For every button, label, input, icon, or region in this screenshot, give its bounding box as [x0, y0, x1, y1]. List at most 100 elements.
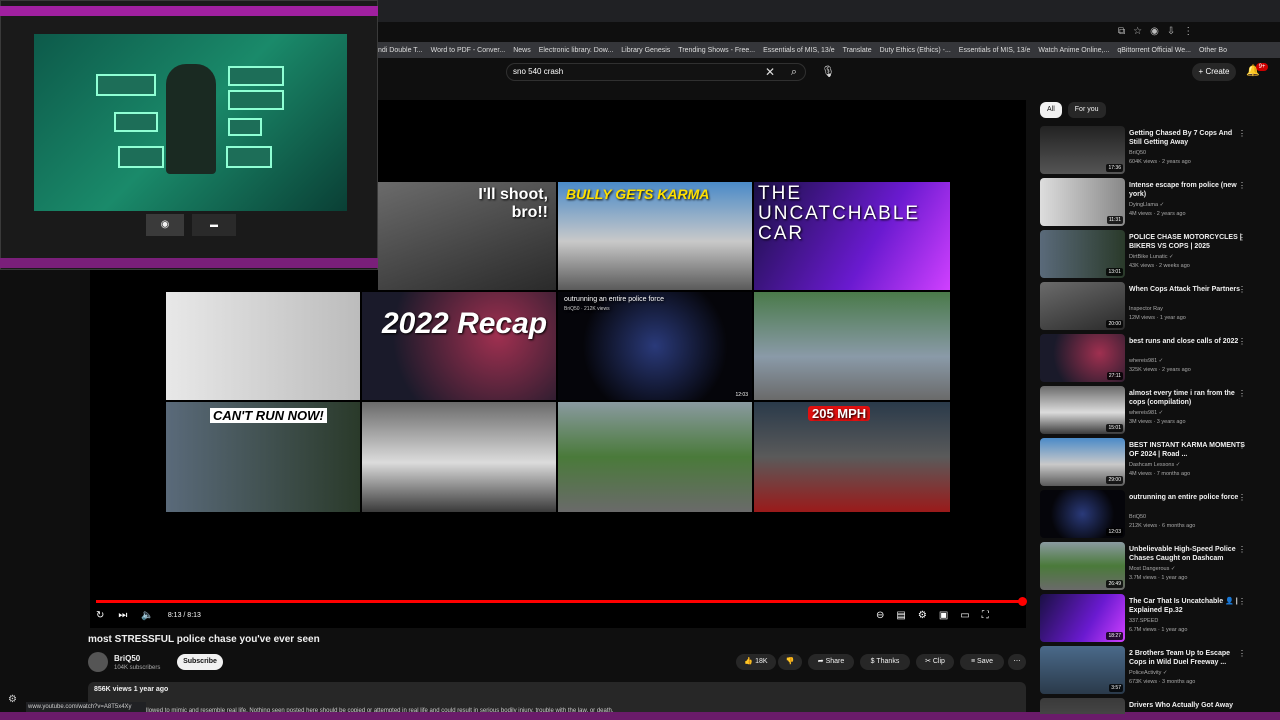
- rec-channel[interactable]: Inspector Ray: [1129, 306, 1163, 312]
- bookmark-item[interactable]: Electronic library. Dow...: [539, 47, 614, 54]
- pip-video[interactable]: [34, 34, 347, 211]
- rec-title[interactable]: POLICE CHASE MOTORCYCLES | BIKERS VS COP…: [1129, 233, 1245, 251]
- search-icon[interactable]: ⌕: [787, 63, 801, 81]
- rec-channel[interactable]: whereis981 ✓: [1129, 358, 1163, 364]
- rec-title[interactable]: When Cops Attack Their Partners: [1129, 285, 1245, 294]
- bookmark-item[interactable]: Trending Shows - Free...: [678, 47, 755, 54]
- autoplay-toggle-icon[interactable]: ⊖: [876, 610, 884, 621]
- channel-name[interactable]: BriQ50: [114, 654, 140, 663]
- chip-all[interactable]: All: [1040, 102, 1062, 118]
- rec-title[interactable]: Getting Chased By 7 Cops And Still Getti…: [1129, 129, 1245, 147]
- video-thumbnail[interactable]: 17:36: [1040, 126, 1125, 174]
- rec-channel[interactable]: Most Dangerous ✓: [1129, 566, 1176, 572]
- bookmark-item[interactable]: Essentials of MIS, 13/e: [763, 47, 835, 54]
- replay-icon[interactable]: ↻: [96, 610, 104, 621]
- video-thumbnail[interactable]: [1040, 698, 1125, 714]
- rec-channel[interactable]: Dashcam Lessons ✓: [1129, 462, 1180, 468]
- endscreen-tile[interactable]: 205 MPH: [754, 402, 950, 512]
- bookmark-item[interactable]: Duty Ethics (Ethics) -...: [880, 47, 951, 54]
- more-vert-icon[interactable]: ⋮: [1238, 129, 1246, 138]
- like-button[interactable]: 👍 18K: [736, 654, 776, 670]
- endscreen-tile[interactable]: 2022 Recap: [362, 292, 556, 400]
- subscribe-button[interactable]: Subscribe: [177, 654, 223, 670]
- more-vert-icon[interactable]: ⋮: [1238, 389, 1246, 398]
- chip-for-you[interactable]: For you: [1067, 102, 1106, 118]
- more-vert-icon[interactable]: ⋮: [1238, 649, 1246, 658]
- list-item[interactable]: 29:00 BEST INSTANT KARMA MOMENTS OF 2024…: [1040, 438, 1280, 488]
- more-button[interactable]: ⋯: [1008, 654, 1026, 670]
- progress-scrubber[interactable]: [1018, 597, 1027, 606]
- progress-bar[interactable]: [96, 600, 1022, 603]
- rec-title[interactable]: Intense escape from police (new york): [1129, 181, 1245, 199]
- star-icon[interactable]: ☆: [1133, 26, 1142, 40]
- rec-channel[interactable]: BriQ50: [1129, 514, 1146, 520]
- close-icon[interactable]: ✕: [763, 63, 777, 81]
- bookmark-item[interactable]: News: [513, 47, 531, 54]
- rec-channel[interactable]: whereis981 ✓: [1129, 410, 1163, 416]
- bookmark-item[interactable]: ndi Double T...: [378, 47, 423, 54]
- more-vert-icon[interactable]: ⋮: [1238, 441, 1246, 450]
- list-item[interactable]: 18:27 The Car That Is Uncatchable 👤 | Ex…: [1040, 594, 1280, 644]
- list-item[interactable]: 27:11 best runs and close calls of 2022 …: [1040, 334, 1280, 384]
- more-vert-icon[interactable]: ⋮: [1238, 597, 1246, 606]
- bookmark-item[interactable]: Library Genesis: [621, 47, 670, 54]
- extension-icon[interactable]: ⧉: [1118, 26, 1125, 40]
- bookmark-item[interactable]: qBittorrent Official We...: [1117, 47, 1191, 54]
- volume-icon[interactable]: 🔈: [141, 610, 153, 621]
- more-vert-icon[interactable]: ⋮: [1238, 493, 1246, 502]
- rec-title[interactable]: Drivers Who Actually Got Away: [1129, 701, 1245, 710]
- create-button[interactable]: + Create: [1192, 63, 1236, 81]
- more-vert-icon[interactable]: ⋮: [1238, 233, 1246, 242]
- fullscreen-icon[interactable]: ⛶: [982, 610, 989, 621]
- rec-channel[interactable]: DirtBike Lunatic ✓: [1129, 254, 1174, 260]
- endscreen-tile[interactable]: THE UNCATCHABLE CAR: [754, 182, 950, 290]
- save-button[interactable]: ≡ Save: [960, 654, 1004, 670]
- dislike-button[interactable]: 👎: [778, 654, 802, 670]
- rec-title[interactable]: The Car That Is Uncatchable 👤 | Explaine…: [1129, 597, 1245, 615]
- avatar[interactable]: [88, 652, 108, 672]
- bookmark-item[interactable]: Translate: [843, 47, 872, 54]
- gear-icon[interactable]: ⚙: [918, 610, 927, 621]
- list-item[interactable]: 13:01 POLICE CHASE MOTORCYCLES | BIKERS …: [1040, 230, 1280, 280]
- search-input[interactable]: sno 540 crash: [506, 63, 806, 81]
- endscreen-tile[interactable]: outrunning an entire police force BriQ50…: [558, 292, 752, 400]
- more-vert-icon[interactable]: ⋮: [1238, 337, 1246, 346]
- endscreen-tile[interactable]: CAN'T RUN NOW!: [166, 402, 360, 512]
- rec-channel[interactable]: BriQ50: [1129, 150, 1146, 156]
- next-icon[interactable]: ⏭: [118, 610, 127, 621]
- list-item[interactable]: 17:36 Getting Chased By 7 Cops And Still…: [1040, 126, 1280, 176]
- captions-icon[interactable]: ▤: [896, 610, 905, 621]
- endscreen-tile[interactable]: [166, 292, 360, 400]
- bookmark-item[interactable]: Watch Anime Online,...: [1038, 47, 1109, 54]
- rec-title[interactable]: best runs and close calls of 2022: [1129, 337, 1245, 346]
- rec-title[interactable]: 2 Brothers Team Up to Escape Cops in Wil…: [1129, 649, 1245, 667]
- rec-channel[interactable]: 337.SPEED: [1129, 618, 1158, 624]
- miniplayer-icon[interactable]: ▣: [939, 610, 948, 621]
- bookmark-item[interactable]: Word to PDF - Conver...: [431, 47, 506, 54]
- rec-title[interactable]: BEST INSTANT KARMA MOMENTS OF 2024 | Roa…: [1129, 441, 1245, 459]
- endscreen-tile[interactable]: [558, 402, 752, 512]
- endscreen-tile[interactable]: I'll shoot, bro!!: [378, 182, 556, 290]
- bookmark-item[interactable]: Other Bo: [1199, 47, 1227, 54]
- video-thumbnail[interactable]: 18:27: [1040, 594, 1125, 642]
- microphone-icon[interactable]: 🎙: [820, 63, 836, 81]
- video-thumbnail[interactable]: 20:00: [1040, 282, 1125, 330]
- share-button[interactable]: ➦ Share: [808, 654, 854, 670]
- list-item[interactable]: 20:00 When Cops Attack Their Partners In…: [1040, 282, 1280, 332]
- list-item[interactable]: 15:01 almost every time i ran from the c…: [1040, 386, 1280, 436]
- more-vert-icon[interactable]: ⋮: [1238, 285, 1246, 294]
- rec-channel[interactable]: DyingLlama ✓: [1129, 202, 1164, 208]
- more-vert-icon[interactable]: ⋮: [1238, 545, 1246, 554]
- thanks-button[interactable]: $ Thanks: [860, 654, 910, 670]
- video-thumbnail[interactable]: 29:00: [1040, 438, 1125, 486]
- video-thumbnail[interactable]: 27:11: [1040, 334, 1125, 382]
- list-item[interactable]: 26:49 Unbelievable High-Speed Police Cha…: [1040, 542, 1280, 592]
- pip-camera-button[interactable]: ▬: [192, 214, 236, 236]
- gear-icon[interactable]: ⚙: [8, 694, 17, 705]
- list-item[interactable]: 11:31 Intense escape from police (new yo…: [1040, 178, 1280, 228]
- theater-icon[interactable]: ▭: [960, 610, 969, 621]
- list-item[interactable]: 12:03 outrunning an entire police force …: [1040, 490, 1280, 540]
- clip-button[interactable]: ✂ Clip: [916, 654, 954, 670]
- rec-title[interactable]: outrunning an entire police force: [1129, 493, 1245, 502]
- video-thumbnail[interactable]: 11:31: [1040, 178, 1125, 226]
